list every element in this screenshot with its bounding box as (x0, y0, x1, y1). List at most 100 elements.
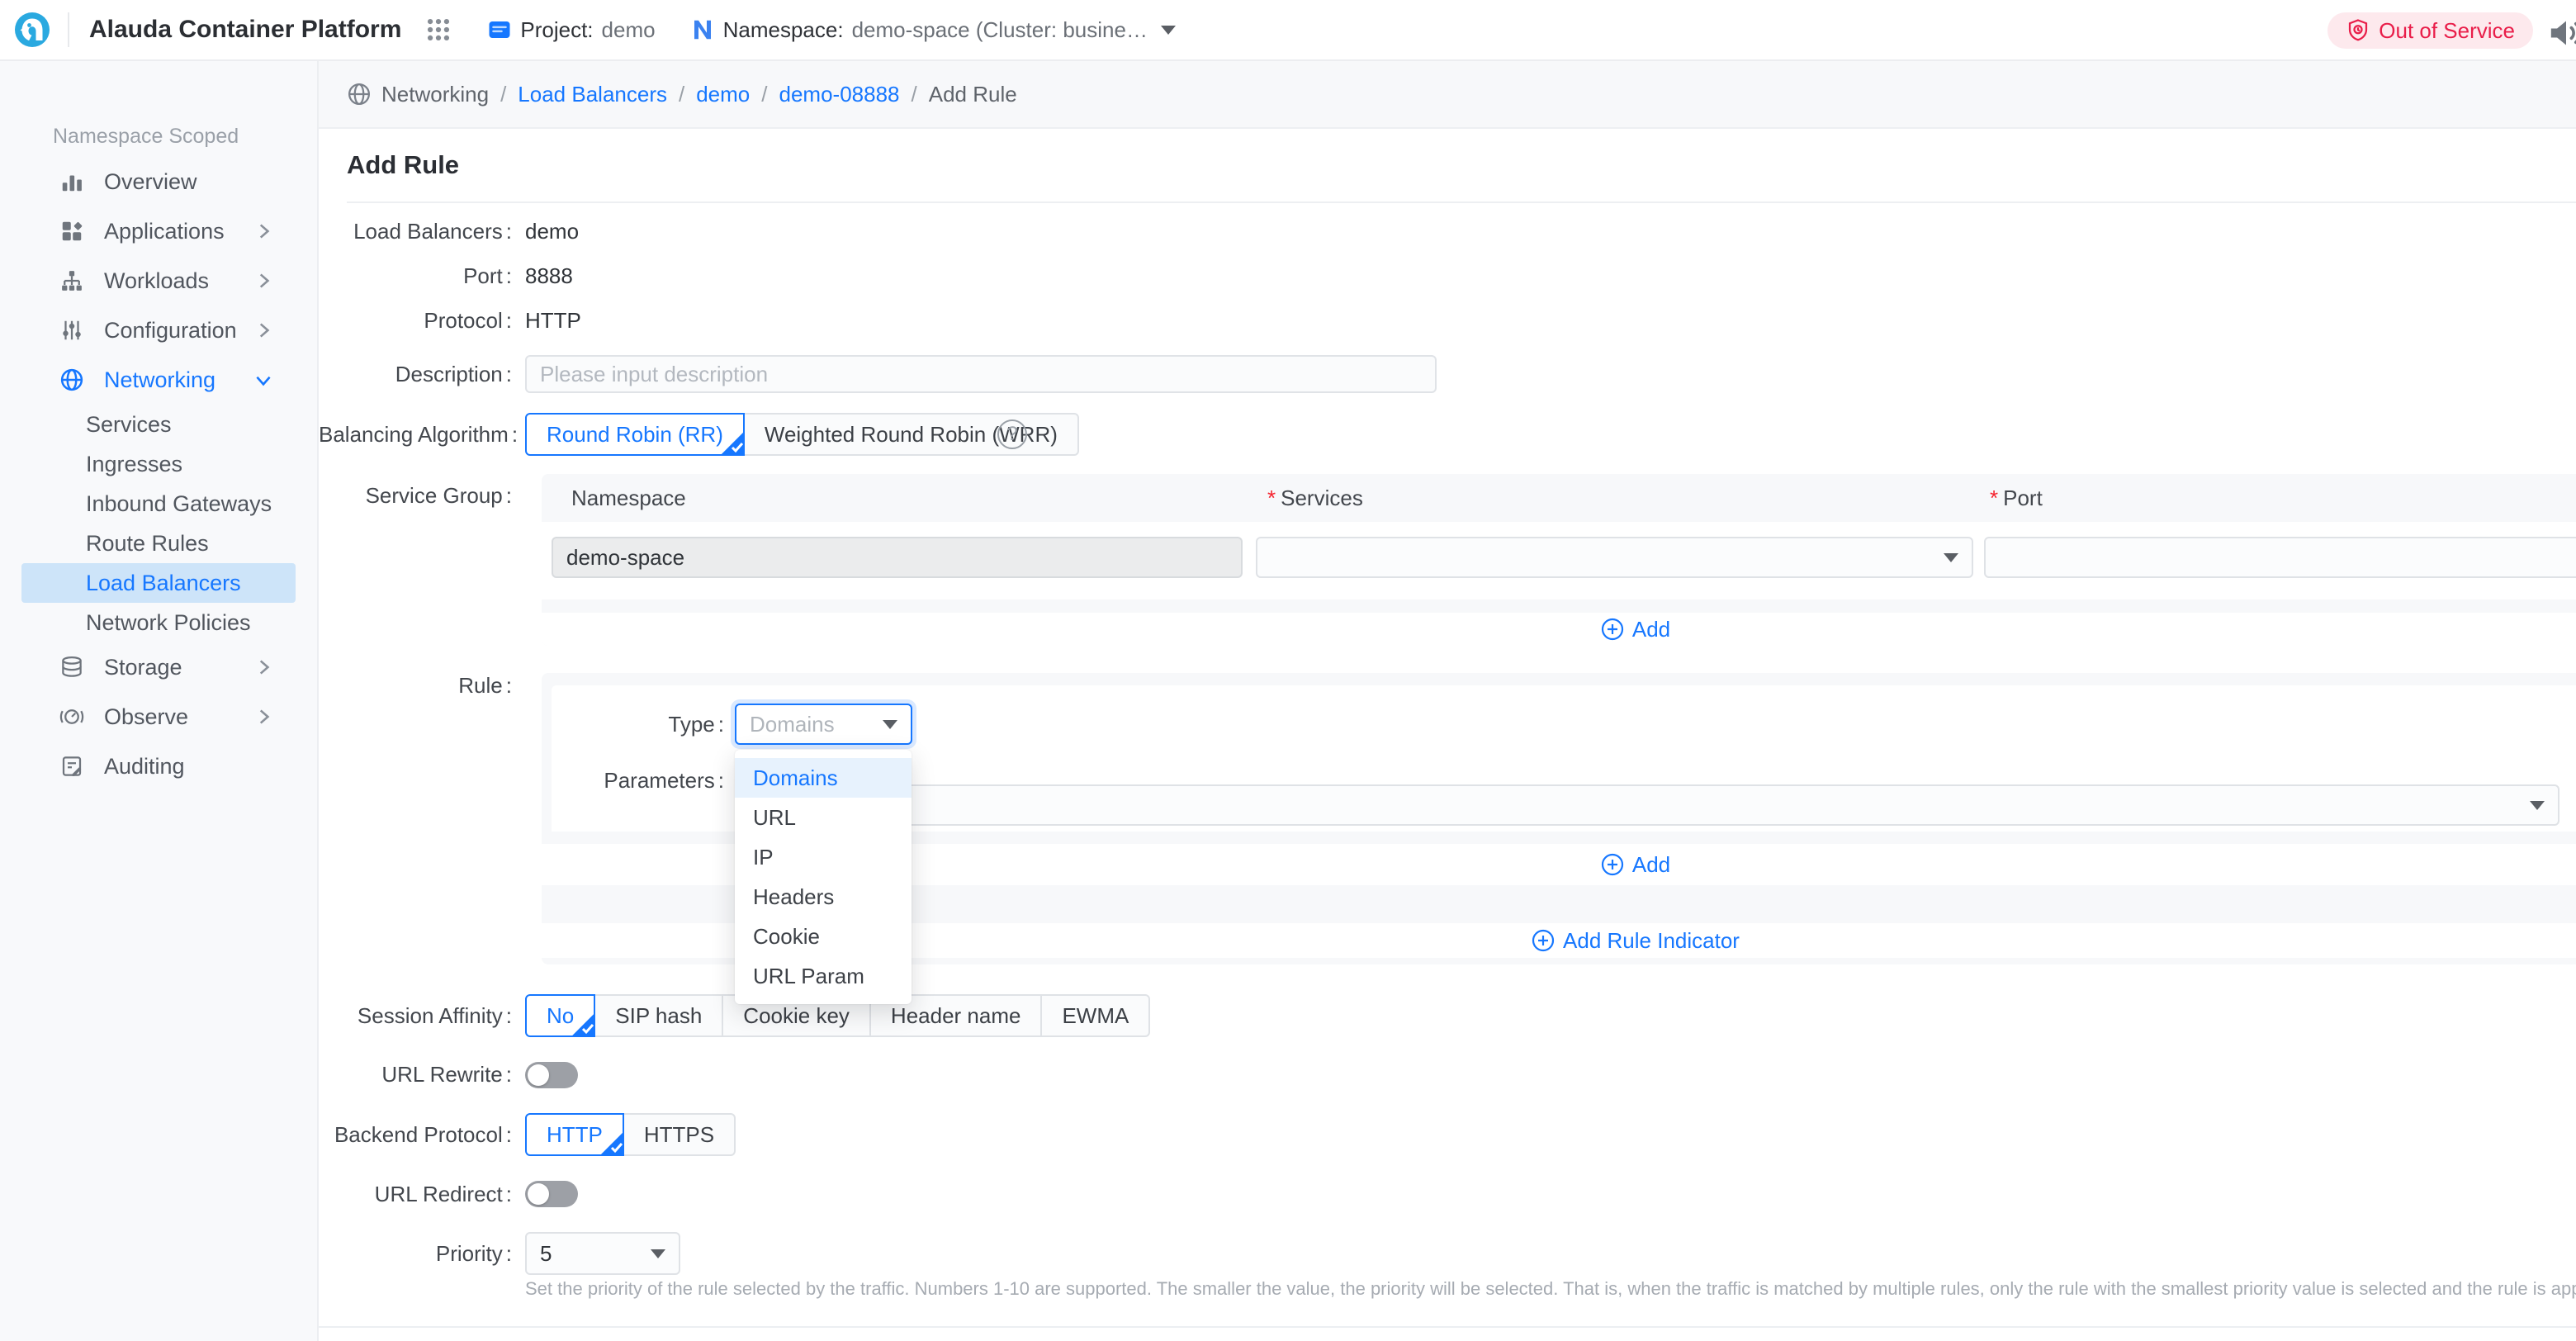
rule-type-select[interactable]: Domains (735, 704, 912, 745)
session-affinity-option-sip-hash[interactable]: SIP hash (594, 994, 723, 1037)
chevron-right-icon (253, 706, 274, 727)
caret-down-icon (2530, 801, 2545, 810)
url-redirect-label: URL Redirect: (319, 1182, 512, 1206)
globe-icon (59, 367, 84, 392)
breadcrumb-link-load-balancers[interactable]: Load Balancers (518, 82, 667, 107)
add-parameter-button[interactable]: Add (1601, 852, 1670, 878)
namespace-input: demo-space (552, 537, 1243, 578)
sidebar-item-observe[interactable]: Observe (0, 692, 317, 742)
description-input[interactable] (525, 355, 1437, 393)
port-label: Port: (319, 263, 512, 288)
required-marker: * (1990, 486, 1998, 510)
dropdown-option-url-param[interactable]: URL Param (735, 956, 912, 996)
apps-icon (59, 219, 84, 244)
selected-check-icon (599, 1131, 624, 1156)
port-value: 8888 (525, 263, 573, 288)
divider (319, 1326, 2576, 1328)
priority-value: 5 (540, 1241, 552, 1267)
chevron-right-icon (253, 320, 274, 341)
dropdown-option-url[interactable]: URL (735, 798, 912, 837)
sidebar-item-label: Workloads (104, 268, 209, 294)
app-switcher-icon[interactable] (424, 16, 452, 44)
gauge-icon (59, 704, 84, 729)
rule-label: Rule: (319, 673, 512, 698)
sidebar-section-label: Namespace Scoped (0, 116, 317, 157)
priority-select[interactable]: 5 (525, 1232, 680, 1275)
project-selector[interactable]: Project: demo (487, 17, 655, 43)
rule-parameters-select[interactable] (735, 784, 2559, 826)
plus-circle-icon (1532, 929, 1555, 952)
required-marker: * (1267, 486, 1276, 510)
port-select[interactable] (1984, 537, 2576, 578)
selected-check-icon (720, 431, 745, 456)
breadcrumb: Networking / Load Balancers / demo / dem… (319, 61, 2576, 129)
breadcrumb-separator: / (679, 82, 684, 107)
breadcrumb-item-networking: Networking (381, 82, 489, 107)
sidebar-item-load-balancers[interactable]: Load Balancers (21, 563, 296, 603)
sidebar-item-label: Observe (104, 704, 188, 730)
breadcrumb-link-demo-08888[interactable]: demo-08888 (779, 82, 900, 107)
dropdown-option-headers[interactable]: Headers (735, 877, 912, 917)
service-group-label: Service Group: (319, 483, 512, 508)
rule-type-label: Type: (542, 712, 724, 737)
sidebar-item-label: Configuration (104, 318, 237, 344)
sidebar-item-auditing[interactable]: Auditing (0, 742, 317, 791)
column-header-port: *Port (1990, 486, 2043, 510)
description-label: Description: (319, 362, 512, 386)
rule-type-dropdown-menu: Domains URL IP Headers Cookie URL Param (735, 750, 912, 1004)
dropdown-option-ip[interactable]: IP (735, 837, 912, 877)
audit-icon (59, 754, 84, 779)
sidebar: Namespace Scoped Overview Applications (0, 61, 319, 1341)
chevron-right-icon (253, 270, 274, 291)
sidebar-item-services[interactable]: Services (0, 405, 317, 444)
backend-protocol-option-https[interactable]: HTTPS (623, 1113, 736, 1156)
namespace-selector[interactable]: Namespace: demo-space (Cluster: busine… (690, 17, 1176, 43)
database-icon (59, 655, 84, 680)
selected-check-icon (571, 1012, 595, 1037)
sidebar-item-configuration[interactable]: Configuration (0, 306, 317, 355)
backend-protocol-option-http[interactable]: HTTP (525, 1113, 624, 1156)
sidebar-item-label: Auditing (104, 754, 185, 779)
protocol-value: HTTP (525, 308, 581, 333)
sidebar-item-route-rules[interactable]: Route Rules (0, 524, 317, 563)
sidebar-item-workloads[interactable]: Workloads (0, 256, 317, 306)
url-rewrite-toggle[interactable] (525, 1062, 578, 1088)
breadcrumb-link-demo[interactable]: demo (696, 82, 750, 107)
services-select[interactable] (1256, 537, 1973, 578)
add-rule-indicator-button[interactable]: Add Rule Indicator (1532, 928, 1740, 954)
sidebar-item-network-policies[interactable]: Network Policies (0, 603, 317, 642)
sliders-icon (59, 318, 84, 343)
service-group-add-row: Add (542, 613, 2576, 646)
column-header-services: *Services (1267, 486, 1363, 510)
rule-type-placeholder: Domains (750, 712, 835, 737)
sidebar-item-inbound-gateways[interactable]: Inbound Gateways (0, 484, 317, 524)
caret-down-icon (651, 1249, 665, 1258)
app-title: Alauda Container Platform (89, 16, 401, 44)
breadcrumb-item-add-rule: Add Rule (929, 82, 1017, 107)
sidebar-item-applications[interactable]: Applications (0, 206, 317, 256)
announcement-speaker-icon[interactable] (2548, 17, 2576, 50)
sidebar-item-networking[interactable]: Networking (0, 355, 317, 405)
namespace-value: demo-space (Cluster: busine… (852, 17, 1148, 43)
add-service-button[interactable]: Add (1601, 617, 1670, 642)
load-balancers-value: demo (525, 219, 579, 244)
breadcrumb-separator: / (761, 82, 767, 107)
dropdown-option-domains[interactable]: Domains (735, 758, 912, 798)
sidebar-item-ingresses[interactable]: Ingresses (0, 444, 317, 484)
dropdown-option-cookie[interactable]: Cookie (735, 917, 912, 956)
status-badge[interactable]: Out of Service (2327, 12, 2533, 49)
page-title: Add Rule (347, 150, 459, 180)
sidebar-item-label: Applications (104, 219, 225, 244)
shield-icon (2346, 18, 2370, 43)
session-affinity-option-ewma[interactable]: EWMA (1040, 994, 1150, 1037)
namespace-label: Namespace: (723, 17, 844, 43)
balancing-option-wrr[interactable]: Weighted Round Robin (WRR) (743, 413, 1079, 456)
sidebar-item-overview[interactable]: Overview (0, 157, 317, 206)
sidebar-item-label: Storage (104, 655, 182, 680)
caret-down-icon (1944, 553, 1958, 562)
url-redirect-toggle[interactable] (525, 1181, 578, 1207)
session-affinity-option-no[interactable]: No (525, 994, 595, 1037)
balancing-option-rr[interactable]: Round Robin (RR) (525, 413, 745, 456)
sidebar-item-storage[interactable]: Storage (0, 642, 317, 692)
help-icon[interactable]: ? (997, 419, 1027, 449)
